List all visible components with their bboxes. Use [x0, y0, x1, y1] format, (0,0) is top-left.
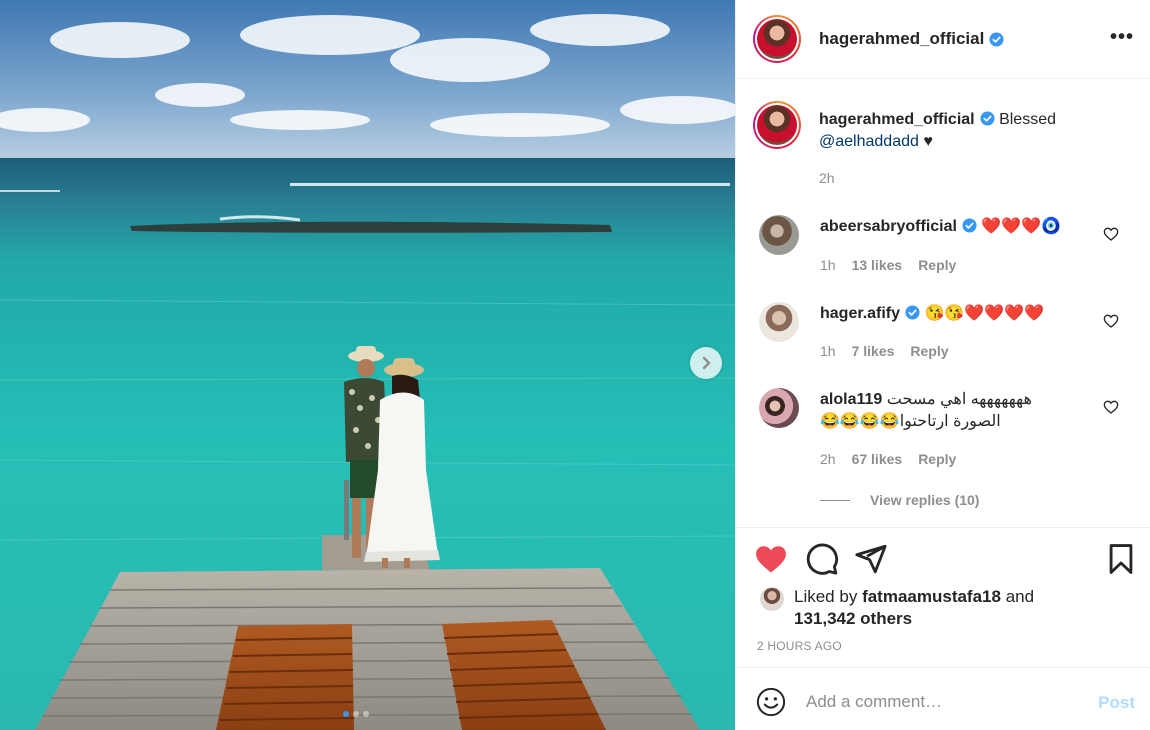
comment-text: 😘😘❤️❤️❤️❤️ — [924, 305, 1045, 322]
comment-likes[interactable]: 7 likes — [852, 343, 895, 359]
replies-divider — [820, 499, 850, 501]
comment-username[interactable]: hager.afify — [820, 305, 900, 322]
comment-like-heart-icon[interactable] — [1103, 226, 1119, 242]
verified-badge-icon — [989, 31, 1004, 47]
speech-bubble-icon[interactable] — [805, 542, 839, 576]
comment-meta: 1h 13 likes Reply — [820, 257, 956, 273]
comment-body: abeersabryofficial ❤️❤️❤️🧿 — [820, 216, 1090, 238]
more-options-button[interactable]: ••• — [1110, 26, 1134, 49]
comment-meta: 1h 7 likes Reply — [820, 343, 949, 359]
comment-like-heart-icon[interactable] — [1103, 399, 1119, 415]
paper-plane-icon[interactable] — [854, 542, 888, 576]
comment-avatar[interactable] — [759, 215, 799, 255]
comment-reply-button[interactable]: Reply — [918, 257, 956, 273]
author-username[interactable]: hagerahmed_official — [819, 29, 984, 49]
liker-avatar[interactable] — [760, 587, 784, 611]
comment-likes[interactable]: 67 likes — [852, 451, 903, 467]
post-header: hagerahmed_official ••• — [736, 0, 1150, 79]
post-photo[interactable] — [0, 0, 735, 730]
comment-body: hager.afify 😘😘❤️❤️❤️❤️ — [820, 303, 1090, 325]
caption-heart: ♥ — [923, 133, 933, 150]
comment-username[interactable]: abeersabryofficial — [820, 218, 957, 235]
post-side-panel: hagerahmed_official ••• hagerahmed_offic… — [735, 0, 1150, 730]
comment-likes[interactable]: 13 likes — [852, 257, 903, 273]
next-photo-button[interactable] — [690, 347, 722, 379]
caption-avatar[interactable] — [753, 101, 801, 149]
chevron-right-icon — [702, 356, 711, 370]
comment-time[interactable]: 1h — [820, 343, 836, 359]
add-comment-bar: Post — [736, 667, 1150, 730]
comment-input[interactable] — [806, 688, 1066, 716]
comment-body: alola119 هههههههه اهي مسحت الصورة ارتاحت… — [820, 389, 1080, 433]
verified-badge-icon — [905, 305, 920, 320]
caption-mention-link[interactable]: @aelhaddadd — [819, 133, 919, 150]
likes-others-link[interactable]: 131,342 others — [794, 609, 912, 628]
comment-text: ❤️❤️❤️🧿 — [981, 218, 1062, 235]
posted-time[interactable]: 2 HOURS AGO — [757, 639, 842, 653]
view-replies-button[interactable]: View replies (10) — [820, 492, 979, 508]
smiley-icon[interactable] — [756, 687, 786, 717]
verified-badge-icon — [962, 218, 977, 233]
carousel-dots — [343, 711, 369, 717]
caption-text: Blessed — [999, 111, 1056, 128]
comment-reply-button[interactable]: Reply — [910, 343, 948, 359]
bookmark-icon[interactable] — [1104, 542, 1138, 576]
caption-text-block: hagerahmed_official Blessed @aelhaddadd … — [819, 109, 1119, 153]
likes-summary: Liked by fatmaamustafa18 and 131,342 oth… — [760, 586, 1094, 630]
comment-avatar[interactable] — [759, 388, 799, 428]
comment-item: hager.afify 😘😘❤️❤️❤️❤️ 1h 7 likes Reply — [759, 302, 1139, 372]
liker-username[interactable]: fatmaamustafa18 — [862, 587, 1001, 606]
comment-reply-button[interactable]: Reply — [918, 451, 956, 467]
comment-avatar[interactable] — [759, 302, 799, 342]
post-actions: Liked by fatmaamustafa18 and 131,342 oth… — [736, 527, 1150, 667]
likes-prefix: Liked by — [794, 587, 858, 606]
comment-time[interactable]: 1h — [820, 257, 836, 273]
comment-time[interactable]: 2h — [820, 451, 836, 467]
caption-time[interactable]: 2h — [819, 170, 835, 186]
beach-photo — [0, 0, 735, 730]
comment-like-heart-icon[interactable] — [1103, 313, 1119, 329]
comment-item: alola119 هههههههه اهي مسحت الصورة ارتاحت… — [759, 388, 1139, 478]
post-comment-button[interactable]: Post — [1098, 693, 1135, 713]
caption-username[interactable]: hagerahmed_official — [819, 111, 975, 128]
heart-filled-icon[interactable] — [754, 542, 788, 576]
likes-text: Liked by fatmaamustafa18 and 131,342 oth… — [794, 586, 1094, 630]
comment-item: abeersabryofficial ❤️❤️❤️🧿 1h 13 likes R… — [759, 215, 1139, 285]
comment-meta: 2h 67 likes Reply — [820, 451, 956, 467]
likes-and: and — [1005, 587, 1035, 606]
verified-badge-icon — [980, 111, 995, 126]
author-avatar[interactable] — [753, 15, 801, 63]
comment-username[interactable]: alola119 — [820, 391, 882, 408]
view-replies-label: View replies (10) — [870, 492, 980, 508]
carousel-dot — [353, 711, 359, 717]
carousel-dot — [343, 711, 349, 717]
carousel-dot — [363, 711, 369, 717]
